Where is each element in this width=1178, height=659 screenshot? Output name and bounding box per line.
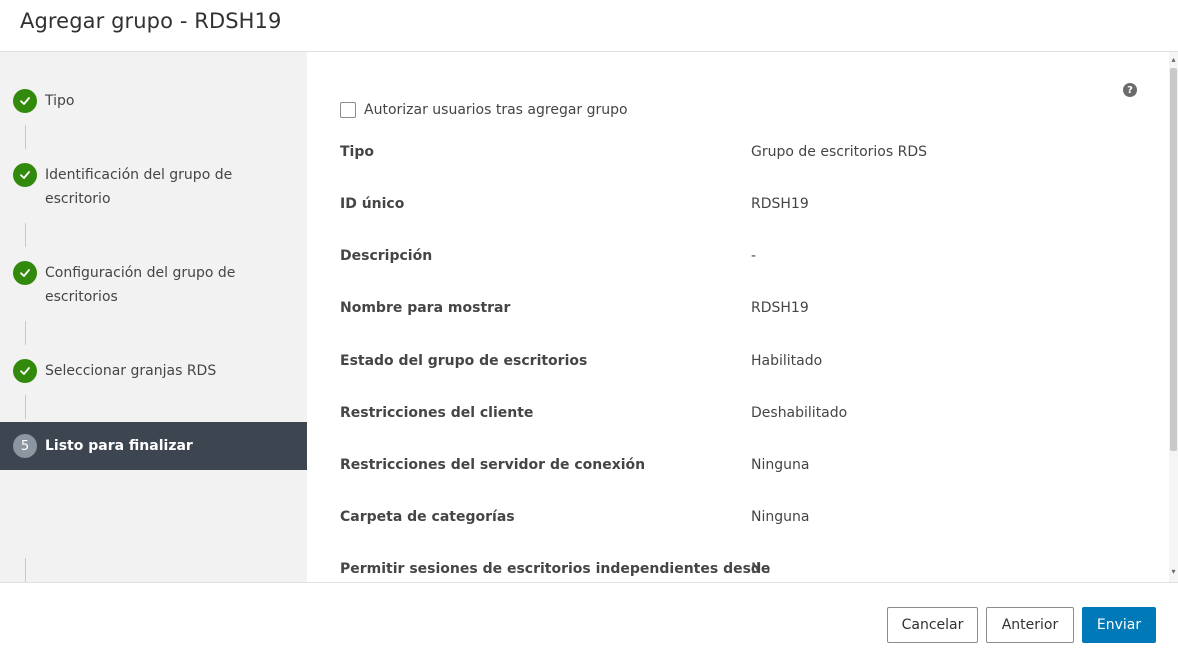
- check-icon: [13, 163, 37, 187]
- question-circle-icon[interactable]: ?: [1123, 83, 1137, 97]
- wizard-steps: Tipo Identificación del grupo de escrito…: [0, 52, 307, 582]
- step-connector: [25, 395, 26, 419]
- summary-key: Nombre para mostrar: [340, 300, 511, 316]
- step-connector: [25, 558, 26, 582]
- summary-value: Ninguna: [751, 509, 810, 525]
- vertical-scrollbar[interactable]: ▴ ▾: [1169, 52, 1178, 582]
- summary-row: Carpeta de categorías Ninguna: [340, 505, 1140, 529]
- step-label: Configuración del grupo de escritorios: [45, 265, 236, 305]
- step-number: 5: [13, 434, 37, 458]
- step-listo-active[interactable]: 5 Listo para finalizar: [0, 422, 307, 470]
- step-label: Seleccionar granjas RDS: [45, 363, 217, 379]
- summary-key: Descripción: [340, 248, 433, 264]
- summary-value: RDSH19: [751, 196, 809, 212]
- step-connector: [25, 321, 26, 345]
- summary-row: ID único RDSH19: [340, 192, 1140, 216]
- scroll-down-arrow-icon[interactable]: ▾: [1170, 568, 1177, 576]
- summary-row: Descripción -: [340, 244, 1140, 268]
- step-connector: [25, 223, 26, 247]
- summary-key: Carpeta de categorías: [340, 509, 515, 525]
- summary-row: Nombre para mostrar RDSH19: [340, 296, 1140, 320]
- authorize-users-option[interactable]: Autorizar usuarios tras agregar grupo: [340, 102, 628, 118]
- step-label: Tipo: [45, 93, 75, 109]
- summary-value: RDSH19: [751, 300, 809, 316]
- summary-value: Deshabilitado: [751, 405, 848, 421]
- summary-key: Estado del grupo de escritorios: [340, 353, 588, 369]
- summary-row: Restricciones del cliente Deshabilitado: [340, 401, 1140, 425]
- check-icon: [13, 359, 37, 383]
- back-button[interactable]: Anterior: [986, 607, 1074, 643]
- summary-row: Permitir sesiones de escritorios indepen…: [340, 557, 1140, 581]
- summary-value: No: [751, 561, 771, 577]
- authorize-users-checkbox[interactable]: [340, 102, 356, 118]
- summary-key: Restricciones del cliente: [340, 405, 534, 421]
- summary-key: Permitir sesiones de escritorios indepen…: [340, 561, 771, 577]
- summary-key: ID único: [340, 196, 405, 212]
- summary-key: Restricciones del servidor de conexión: [340, 457, 646, 473]
- dialog-header: Agregar grupo - RDSH19: [0, 0, 1178, 52]
- summary-value: Ninguna: [751, 457, 810, 473]
- scroll-up-arrow-icon[interactable]: ▴: [1170, 56, 1177, 64]
- summary-row: Restricciones del servidor de conexión N…: [340, 453, 1140, 477]
- authorize-users-label: Autorizar usuarios tras agregar grupo: [364, 102, 628, 118]
- step-connector: [25, 125, 26, 149]
- summary-value: Habilitado: [751, 353, 823, 369]
- summary-value: Grupo de escritorios RDS: [751, 144, 927, 160]
- cancel-button[interactable]: Cancelar: [887, 607, 978, 643]
- step-label: Identificación del grupo de escritorio: [45, 167, 233, 207]
- scroll-thumb[interactable]: [1170, 68, 1177, 451]
- step-label: Listo para finalizar: [45, 438, 193, 454]
- check-icon: [13, 89, 37, 113]
- check-icon: [13, 261, 37, 285]
- summary-key: Tipo: [340, 144, 374, 160]
- submit-button[interactable]: Enviar: [1082, 607, 1156, 643]
- summary-row: Tipo Grupo de escritorios RDS: [340, 140, 1140, 164]
- dialog-footer: Cancelar Anterior Enviar: [0, 582, 1178, 659]
- summary-panel: ? Autorizar usuarios tras agregar grupo …: [307, 52, 1178, 582]
- dialog-title: Agregar grupo - RDSH19: [20, 9, 282, 33]
- summary-value: -: [751, 248, 757, 264]
- summary-row: Estado del grupo de escritorios Habilita…: [340, 349, 1140, 373]
